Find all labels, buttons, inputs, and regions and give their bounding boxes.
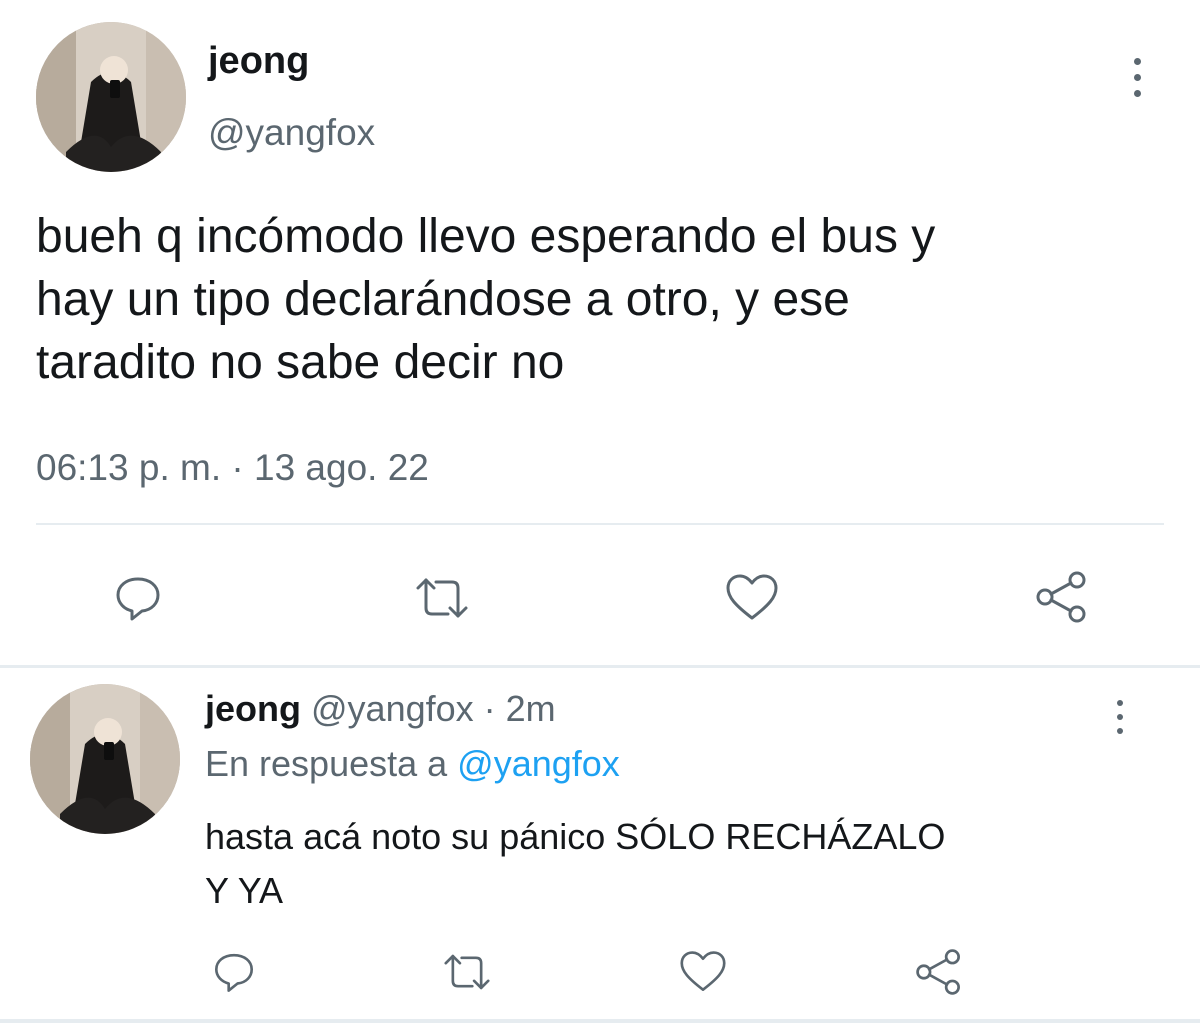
like-button[interactable] xyxy=(676,948,730,996)
like-icon xyxy=(680,951,726,992)
more-vertical-icon[interactable] xyxy=(1112,700,1128,734)
reply-header: jeong @yangfox · 2m xyxy=(205,688,556,730)
like-icon xyxy=(726,574,778,620)
main-display-name[interactable]: jeong xyxy=(208,40,309,83)
avatar-photo xyxy=(30,684,180,834)
like-button[interactable] xyxy=(722,570,782,626)
reply-avatar[interactable] xyxy=(30,684,180,834)
share-button[interactable] xyxy=(912,946,966,998)
share-button[interactable] xyxy=(1032,568,1092,626)
tweet-text-line: hay un tipo declarándose a otro, y ese xyxy=(36,273,850,326)
main-tweet-text: bueh q incómodo llevo esperando el bus y… xyxy=(36,205,935,394)
reply-button[interactable] xyxy=(210,948,258,996)
main-timestamp[interactable]: 06:13 p. m. · 13 ago. 22 xyxy=(36,447,429,489)
reply-display-name[interactable]: jeong xyxy=(205,688,301,729)
reply-icon xyxy=(214,953,254,992)
retweet-icon xyxy=(416,578,468,618)
reply-prefix: En respuesta a xyxy=(205,743,448,784)
reply-to-link[interactable]: @yangfox xyxy=(457,743,620,784)
share-icon xyxy=(1036,571,1086,623)
retweet-button[interactable] xyxy=(412,570,472,626)
reply-button[interactable] xyxy=(110,570,166,626)
more-vertical-icon[interactable] xyxy=(1129,58,1145,97)
tweet-text-line: taradito no sabe decir no xyxy=(36,336,565,389)
tweet-text-line: Y YA xyxy=(205,870,284,911)
reply-icon xyxy=(116,577,160,621)
share-icon xyxy=(916,949,960,995)
reply-meta[interactable]: @yangfox · 2m xyxy=(311,688,556,729)
retweet-icon xyxy=(444,954,490,990)
retweet-button[interactable] xyxy=(440,948,494,996)
reply-tweet-text: hasta acá noto su pánico SÓLO RECHÁZALO … xyxy=(205,810,945,918)
tweet-text-line: bueh q incómodo llevo esperando el bus y xyxy=(36,210,936,263)
avatar[interactable] xyxy=(36,22,186,172)
tweet-separator xyxy=(0,665,1200,668)
divider xyxy=(36,523,1164,525)
main-handle[interactable]: @yangfox xyxy=(208,112,375,154)
avatar-photo xyxy=(36,22,186,172)
bottom-separator xyxy=(0,1019,1200,1023)
reply-context: En respuesta a @yangfox xyxy=(205,743,620,785)
tweet-text-line: hasta acá noto su pánico SÓLO RECHÁZALO xyxy=(205,816,946,857)
